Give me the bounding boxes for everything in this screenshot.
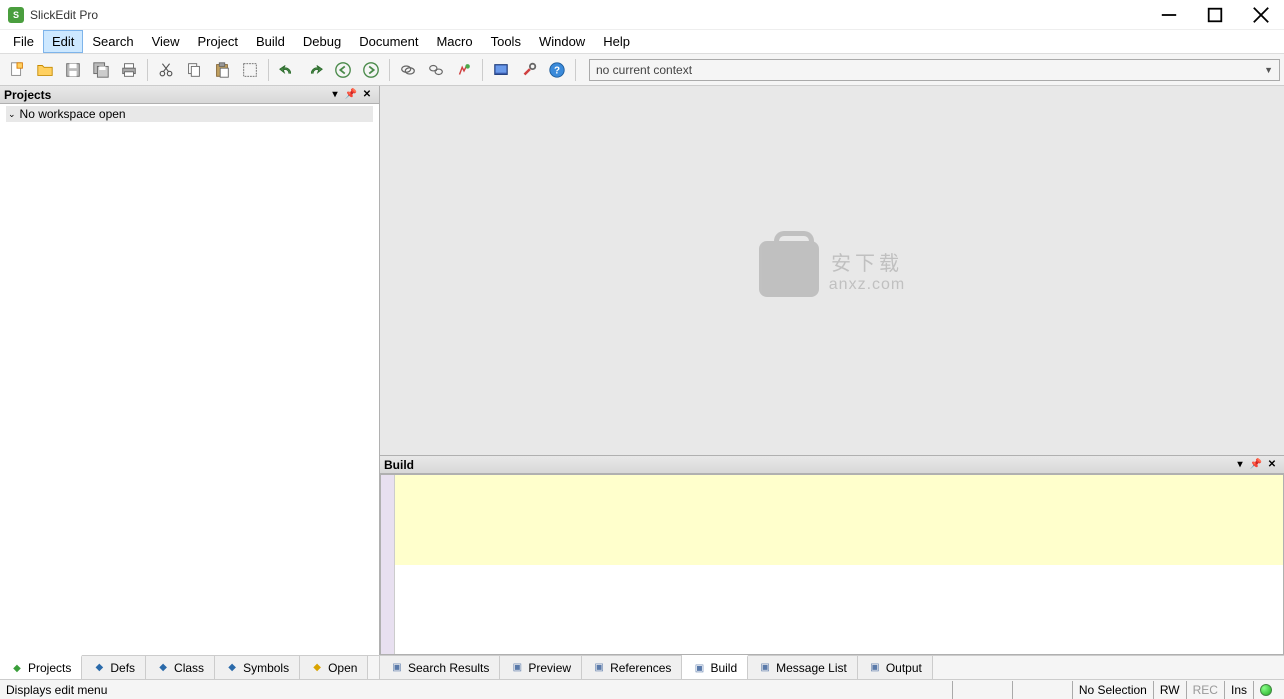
panel-pin-button[interactable]: 📌: [343, 89, 359, 100]
tools-button[interactable]: [516, 57, 542, 83]
projects-panel: Projects ▾ 📌 ✕ ⌄ No workspace open: [0, 86, 380, 655]
menu-debug[interactable]: Debug: [294, 30, 350, 53]
editor-area: 安下载 anxz.com: [380, 86, 1284, 455]
tab-class[interactable]: ◆Class: [146, 656, 215, 679]
tab-output[interactable]: ▣Output: [858, 656, 933, 679]
new-file-button[interactable]: [4, 57, 30, 83]
refactor-button[interactable]: [451, 57, 477, 83]
tab-open[interactable]: ◆Open: [300, 656, 368, 679]
statusbar: Displays edit menu No Selection RW REC I…: [0, 679, 1284, 699]
watermark-en: anxz.com: [829, 276, 905, 294]
watermark-bag-icon: [759, 241, 819, 297]
build-icon: ▣: [692, 661, 706, 675]
tab-preview[interactable]: ▣Preview: [500, 656, 582, 679]
projects-tree[interactable]: ⌄ No workspace open: [0, 104, 379, 655]
tab-projects[interactable]: ◆Projects: [0, 655, 82, 679]
minimize-button[interactable]: [1146, 0, 1192, 30]
menu-view[interactable]: View: [143, 30, 189, 53]
menubar: FileEditSearchViewProjectBuildDebugDocum…: [0, 30, 1284, 54]
build-panel-title: Build: [384, 458, 414, 472]
tab-references[interactable]: ▣References: [582, 656, 682, 679]
redo-button[interactable]: [302, 57, 328, 83]
menu-project[interactable]: Project: [189, 30, 247, 53]
menu-tools[interactable]: Tools: [482, 30, 530, 53]
projects-panel-header: Projects ▾ 📌 ✕: [0, 86, 379, 104]
menu-document[interactable]: Document: [350, 30, 427, 53]
menu-macro[interactable]: Macro: [427, 30, 481, 53]
class-icon: ◆: [156, 661, 170, 675]
status-selection: No Selection: [1072, 681, 1153, 699]
message-list-icon: ▣: [758, 661, 772, 675]
print-button[interactable]: [116, 57, 142, 83]
tree-twisty-icon: ⌄: [8, 109, 16, 120]
build-panel: Build ▾ 📌 ✕: [380, 455, 1284, 655]
maximize-button[interactable]: [1192, 0, 1238, 30]
menu-build[interactable]: Build: [247, 30, 294, 53]
bottom-tabs: ◆Projects◆Defs◆Class◆Symbols◆Open ▣Searc…: [0, 655, 1284, 679]
tab-symbols[interactable]: ◆Symbols: [215, 656, 300, 679]
projects-panel-title: Projects: [4, 88, 51, 102]
status-led: [1253, 681, 1278, 699]
menu-edit[interactable]: Edit: [43, 30, 83, 53]
help-button[interactable]: ?: [544, 57, 570, 83]
status-cell-1: [952, 681, 1012, 699]
menu-window[interactable]: Window: [530, 30, 594, 53]
status-cell-2: [1012, 681, 1072, 699]
tab-build[interactable]: ▣Build: [682, 655, 748, 679]
copy-button[interactable]: [181, 57, 207, 83]
panel-menu-button[interactable]: ▾: [327, 89, 343, 100]
build-panel-header: Build ▾ 📌 ✕: [380, 456, 1284, 474]
menu-search[interactable]: Search: [83, 30, 142, 53]
nav-forward-button[interactable]: [358, 57, 384, 83]
titlebar: S SlickEdit Pro: [0, 0, 1284, 30]
save-all-button[interactable]: [88, 57, 114, 83]
open-icon: ◆: [310, 661, 324, 675]
chevron-down-icon: ▼: [1264, 65, 1273, 75]
search-results-icon: ▣: [390, 661, 404, 675]
menu-file[interactable]: File: [4, 30, 43, 53]
tree-item-no-workspace[interactable]: ⌄ No workspace open: [6, 106, 373, 122]
watermark: 安下载 anxz.com: [759, 241, 905, 301]
save-button[interactable]: [60, 57, 86, 83]
context-combo[interactable]: no current context ▼: [589, 59, 1280, 81]
status-rec[interactable]: REC: [1186, 681, 1224, 699]
debug-button[interactable]: [488, 57, 514, 83]
close-button[interactable]: [1238, 0, 1284, 30]
output-icon: ▣: [868, 661, 882, 675]
build-output[interactable]: [380, 474, 1284, 655]
build-panel-pin-button[interactable]: 📌: [1248, 459, 1264, 470]
app-icon: S: [8, 7, 24, 23]
nav-back-button[interactable]: [330, 57, 356, 83]
menu-help[interactable]: Help: [594, 30, 639, 53]
build-panel-close-button[interactable]: ✕: [1264, 459, 1280, 470]
open-file-button[interactable]: [32, 57, 58, 83]
cut-button[interactable]: [153, 57, 179, 83]
preview-icon: ▣: [510, 661, 524, 675]
select-all-button[interactable]: [237, 57, 263, 83]
toolbar: ? no current context ▼: [0, 54, 1284, 86]
references-icon: ▣: [592, 661, 606, 675]
panel-close-button[interactable]: ✕: [359, 89, 375, 100]
context-text: no current context: [596, 63, 692, 77]
tab-defs[interactable]: ◆Defs: [82, 656, 146, 679]
status-ins[interactable]: Ins: [1224, 681, 1253, 699]
paste-button[interactable]: [209, 57, 235, 83]
projects-icon: ◆: [10, 661, 24, 675]
led-icon: [1260, 684, 1272, 696]
app-title: SlickEdit Pro: [30, 8, 98, 22]
undo-button[interactable]: [274, 57, 300, 83]
tab-message-list[interactable]: ▣Message List: [748, 656, 858, 679]
svg-text:?: ?: [554, 65, 560, 76]
symbols-icon: ◆: [225, 661, 239, 675]
defs-icon: ◆: [92, 661, 106, 675]
status-message: Displays edit menu: [6, 683, 952, 697]
find-symbol-button[interactable]: [395, 57, 421, 83]
tab-search-results[interactable]: ▣Search Results: [380, 656, 500, 679]
build-panel-menu-button[interactable]: ▾: [1232, 459, 1248, 470]
status-rw[interactable]: RW: [1153, 681, 1186, 699]
watermark-cn: 安下载: [829, 247, 905, 276]
references-button[interactable]: [423, 57, 449, 83]
tree-item-label: No workspace open: [20, 107, 126, 121]
